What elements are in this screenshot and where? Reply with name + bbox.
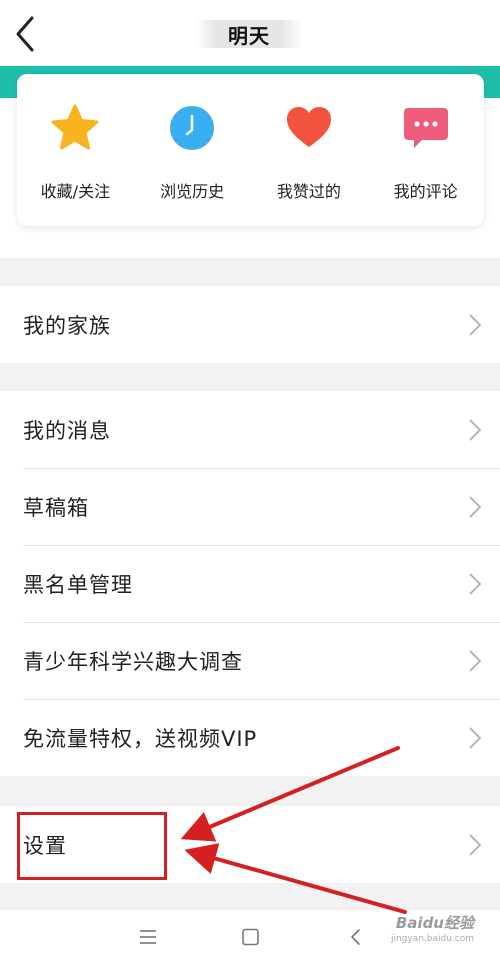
quick-action-label: 收藏/关注 <box>40 182 111 201</box>
menu-group-main: 我的消息 草稿箱 黑名单管理 青少年科学兴趣大调查 免流量特权，送视频VIP <box>0 391 500 776</box>
chevron-left-icon <box>16 16 34 52</box>
quick-action-label: 我赞过的 <box>276 182 341 201</box>
title-container: 明天 <box>195 20 303 48</box>
menu-item-messages[interactable]: 我的消息 <box>0 391 500 468</box>
chevron-right-icon <box>469 495 482 518</box>
quick-action-liked[interactable]: 我赞过的 <box>251 74 368 226</box>
menu-item-my-family[interactable]: 我的家族 <box>0 286 500 363</box>
watermark-logo: Baidu经验 <box>395 914 474 932</box>
menu-item-drafts[interactable]: 草稿箱 <box>0 468 500 545</box>
chevron-right-icon <box>469 313 482 336</box>
highlight-box <box>17 812 167 880</box>
back-button[interactable] <box>10 12 50 56</box>
quick-action-history[interactable]: 浏览历史 <box>134 74 251 226</box>
menu-item-label: 免流量特权，送视频VIP <box>23 726 258 751</box>
menu-item-label: 我的家族 <box>23 313 111 338</box>
menu-item-label: 黑名单管理 <box>23 572 133 597</box>
menu-item-free-data-vip[interactable]: 免流量特权，送视频VIP <box>0 699 500 776</box>
menu-item-survey[interactable]: 青少年科学兴趣大调查 <box>0 622 500 699</box>
quick-action-favorites[interactable]: 收藏/关注 <box>17 74 134 226</box>
home-square-icon[interactable] <box>241 928 261 946</box>
quick-action-comments[interactable]: 我的评论 <box>367 74 484 226</box>
watermark-url: jingyan.baidu.com <box>390 934 474 944</box>
menu-icon[interactable] <box>138 928 158 946</box>
chevron-right-icon <box>469 833 482 856</box>
menu-group-family: 我的家族 <box>0 286 500 363</box>
star-icon <box>51 104 99 152</box>
quick-actions-card: 收藏/关注 浏览历史 我赞过的 我的评论 <box>17 74 484 226</box>
clock-icon <box>168 104 216 152</box>
menu-item-label: 青少年科学兴趣大调查 <box>23 649 243 674</box>
menu-item-blacklist[interactable]: 黑名单管理 <box>0 545 500 622</box>
chevron-right-icon <box>469 572 482 595</box>
menu-item-label: 草稿箱 <box>23 495 89 520</box>
heart-icon <box>285 104 333 152</box>
chevron-right-icon <box>469 418 482 441</box>
top-bar: 明天 <box>0 0 500 66</box>
chevron-right-icon <box>469 649 482 672</box>
back-triangle-icon[interactable] <box>348 928 364 946</box>
page-title: 明天 <box>228 23 270 48</box>
comment-icon <box>402 104 450 152</box>
quick-action-label: 浏览历史 <box>160 182 225 201</box>
quick-action-label: 我的评论 <box>393 182 458 201</box>
menu-item-label: 我的消息 <box>23 418 111 443</box>
chevron-right-icon <box>469 726 482 749</box>
